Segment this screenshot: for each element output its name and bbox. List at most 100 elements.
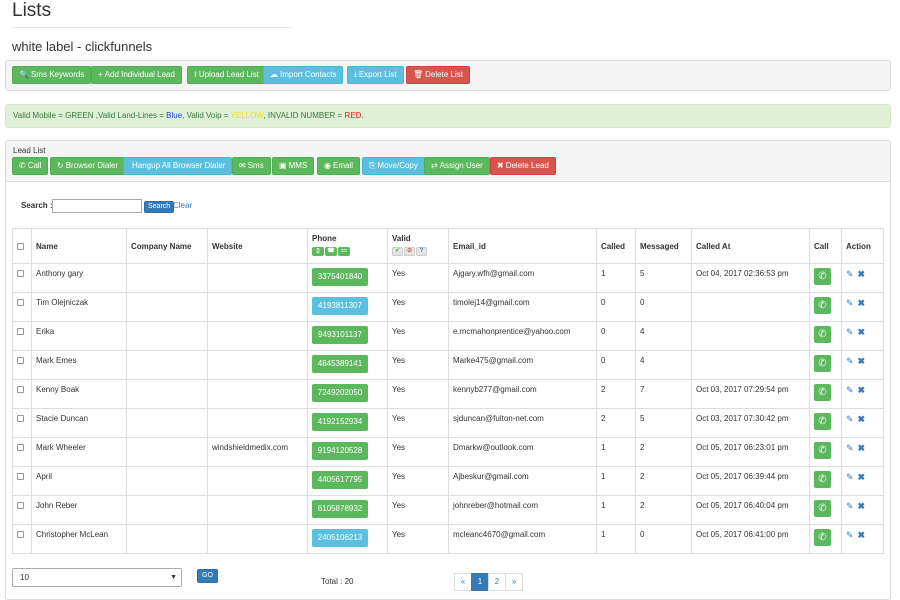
legend-text-2: , Valid Voip = [182, 111, 231, 120]
page-link-2[interactable]: 2 [488, 573, 506, 591]
valid-filter-invalid-icon[interactable]: ⊘ [404, 247, 415, 256]
delete-icon[interactable]: ✖ [858, 530, 866, 540]
phone-number-button[interactable]: 4193811307 [312, 297, 368, 315]
delete-icon[interactable]: ✖ [858, 269, 866, 279]
page-link-1[interactable]: 1 [471, 573, 489, 591]
phone-number-button[interactable]: 3375401840 [312, 268, 368, 286]
search-input[interactable] [52, 199, 142, 213]
list-name: white label - clickfunnels [12, 39, 153, 54]
page-link-3[interactable]: » [505, 573, 523, 591]
phone-number-button[interactable]: 2405106213 [312, 529, 368, 547]
call-phone-icon[interactable]: ✆ [814, 471, 831, 488]
row-checkbox[interactable] [17, 328, 24, 336]
edit-icon[interactable]: ✎ [846, 443, 854, 453]
delete-icon[interactable]: ✖ [858, 356, 866, 366]
phone-number-button[interactable]: 4845389141 [312, 355, 368, 373]
toolbar-button-3[interactable]: ☁ Import Contacts [263, 66, 344, 84]
legend-red: RED. [344, 111, 364, 120]
lead-name: Anthony gary [31, 263, 127, 293]
phone-filter-landline-icon[interactable]: ☎ [325, 247, 337, 256]
row-checkbox[interactable] [17, 502, 24, 510]
valid-filter-check-icon[interactable]: ✔ [392, 247, 403, 256]
toolbar-button-0[interactable]: 🔍 Sms Keywords [12, 66, 92, 84]
call-phone-icon[interactable]: ✆ [814, 268, 831, 285]
lead-button-icon-4: ▣ [279, 161, 287, 170]
select-all-checkbox[interactable] [17, 242, 24, 250]
edit-icon[interactable]: ✎ [846, 327, 854, 337]
lead-button-2[interactable]: Hangup All Browser Dialer [123, 157, 233, 175]
lead-button-7[interactable]: ⇄ Assign User [424, 157, 490, 175]
delete-icon[interactable]: ✖ [858, 443, 866, 453]
page-link-0[interactable]: « [454, 573, 472, 591]
row-checkbox[interactable] [17, 415, 24, 423]
lead-button-4[interactable]: ▣ MMS [272, 157, 315, 175]
delete-icon[interactable]: ✖ [858, 414, 866, 424]
call-phone-icon[interactable]: ✆ [814, 413, 831, 430]
lead-button-3[interactable]: ✉ Sms [232, 157, 271, 175]
edit-icon[interactable]: ✎ [846, 530, 854, 540]
call-phone-icon[interactable]: ✆ [814, 326, 831, 343]
phone-number-button[interactable]: 9194120528 [312, 442, 368, 460]
lead-valid: Yes [387, 495, 449, 525]
delete-icon[interactable]: ✖ [858, 501, 866, 511]
lead-company [126, 408, 208, 438]
toolbar-button-2[interactable]: ⭱ Upload Lead List [187, 66, 266, 84]
table-row: Mark Emes 4845389141 Yes Marke475@gmail.com… [12, 350, 884, 380]
delete-icon[interactable]: ✖ [858, 472, 866, 482]
clear-link[interactable]: Clear [173, 201, 192, 210]
lead-messaged: 2 [635, 495, 692, 525]
lead-website [207, 524, 308, 554]
col-called: Called [596, 228, 636, 264]
table-row: Mark Wheeler windshieldmedix.com 919412052… [12, 437, 884, 467]
go-button[interactable]: GO [197, 569, 218, 583]
edit-icon[interactable]: ✎ [846, 356, 854, 366]
lead-button-8[interactable]: ✖ Delete Lead [490, 157, 556, 175]
row-checkbox[interactable] [17, 270, 24, 278]
lead-button-6[interactable]: ⎘ Move/Copy [362, 157, 425, 175]
delete-icon[interactable]: ✖ [858, 298, 866, 308]
edit-icon[interactable]: ✎ [846, 472, 854, 482]
lead-button-icon-3: ✉ [239, 161, 246, 170]
edit-icon[interactable]: ✎ [846, 501, 854, 511]
lead-name: Tim Olejniczak [31, 292, 127, 322]
search-button[interactable]: Search [144, 201, 175, 213]
phone-number-button[interactable]: 4192152934 [312, 413, 368, 431]
edit-icon[interactable]: ✎ [846, 298, 854, 308]
delete-icon[interactable]: ✖ [858, 385, 866, 395]
phone-filter-voip-icon[interactable]: ▭ [338, 247, 350, 256]
row-checkbox[interactable] [17, 386, 24, 394]
edit-icon[interactable]: ✎ [846, 385, 854, 395]
call-phone-icon[interactable]: ✆ [814, 297, 831, 314]
toolbar-button-5[interactable]: 🗑 Delete List [406, 66, 470, 84]
row-checkbox[interactable] [17, 299, 24, 307]
col-call: Call [809, 228, 842, 264]
row-checkbox[interactable] [17, 357, 24, 365]
valid-filter-unknown-icon[interactable]: ? [416, 247, 427, 256]
lead-called: 1 [596, 495, 636, 525]
toolbar-button-4[interactable]: ⭳ Export List [347, 66, 404, 84]
edit-icon[interactable]: ✎ [846, 414, 854, 424]
row-checkbox[interactable] [17, 444, 24, 452]
call-phone-icon[interactable]: ✆ [814, 384, 831, 401]
edit-icon[interactable]: ✎ [846, 269, 854, 279]
call-phone-icon[interactable]: ✆ [814, 355, 831, 372]
call-phone-icon[interactable]: ✆ [814, 500, 831, 517]
phone-number-button[interactable]: 4405617795 [312, 471, 368, 489]
lead-button-5[interactable]: ◉ Email [317, 157, 360, 175]
call-phone-icon[interactable]: ✆ [814, 529, 831, 546]
phone-number-button[interactable]: 6105878932 [312, 500, 368, 518]
lead-called-at: Oct 05, 2017 06:23:01 pm [691, 437, 810, 467]
lead-called-at: Oct 03, 2017 07:30:42 pm [691, 408, 810, 438]
col-called-at: Called At [691, 228, 810, 264]
call-phone-icon[interactable]: ✆ [814, 442, 831, 459]
lead-button-0[interactable]: ✆ Call [12, 157, 49, 175]
delete-icon[interactable]: ✖ [858, 327, 866, 337]
page-size-select[interactable]: 10 ▼ [12, 568, 182, 587]
row-checkbox[interactable] [17, 473, 24, 481]
toolbar-button-1[interactable]: + Add Individual Lead [91, 66, 182, 84]
phone-number-button[interactable]: 7249202050 [312, 384, 368, 402]
phone-filter-mobile-icon[interactable]: ▯ [312, 247, 324, 256]
lead-button-1[interactable]: ↻ Browser Dialer [50, 157, 126, 175]
row-checkbox[interactable] [17, 531, 24, 539]
phone-number-button[interactable]: 9493101137 [312, 326, 368, 344]
